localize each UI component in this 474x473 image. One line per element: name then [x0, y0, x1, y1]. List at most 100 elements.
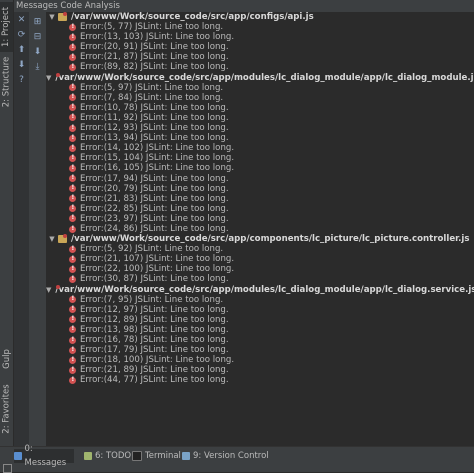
error-text: Error:(11, 92) JSLint: Line too long.	[80, 112, 229, 123]
panel-side-actions: ✕ ⟳ ⬆ ⬇?	[14, 12, 29, 446]
expand-arrow-icon[interactable]: ▼	[46, 234, 58, 244]
error-icon	[69, 304, 76, 314]
error-item[interactable]: Error:(18, 100) JSLint: Line too long.	[46, 355, 474, 365]
close-icon[interactable]: ✕	[14, 12, 29, 27]
error-text: Error:(20, 79) JSLint: Line too long.	[80, 183, 229, 194]
todo-icon	[84, 452, 92, 460]
error-item[interactable]: Error:(12, 89) JSLint: Line too long.	[46, 314, 474, 325]
error-text: Error:(5, 97) JSLint: Line too long.	[80, 82, 224, 93]
expand-arrow-icon[interactable]: ▼	[46, 12, 58, 22]
error-item[interactable]: Error:(17, 79) JSLint: Line too long.	[46, 345, 474, 355]
expand-all-icon[interactable]: ⊞	[29, 14, 46, 29]
tab-terminal[interactable]: Terminal	[132, 449, 182, 463]
error-icon	[69, 193, 76, 203]
error-text: Error:(7, 84) JSLint: Line too long.	[80, 92, 224, 103]
error-item[interactable]: Error:(13, 98) JSLint: Line too long.	[46, 324, 474, 335]
error-icon	[69, 224, 76, 234]
error-text: Error:(13, 94) JSLint: Line too long.	[80, 133, 229, 144]
tab-messages[interactable]: 0: Messages	[14, 444, 74, 468]
bottom-tool-bar: 0: Messages 6: TODO Terminal 9: Version …	[0, 444, 474, 473]
error-item[interactable]: Error:(21, 89) JSLint: Line too long.	[46, 365, 474, 375]
file-node[interactable]: ▼ /var/www/Work/source_code/src/app/compo…	[46, 234, 474, 244]
expand-arrow-icon[interactable]: ▼	[46, 285, 51, 295]
error-icon	[69, 244, 76, 254]
error-icon	[69, 92, 76, 102]
expand-arrow-icon[interactable]: ▼	[46, 73, 51, 83]
error-icon	[69, 375, 76, 385]
error-item[interactable]: Error:(5, 97) JSLint: Line too long.	[46, 82, 474, 93]
error-text: Error:(21, 89) JSLint: Line too long.	[80, 365, 229, 376]
next-icon[interactable]: ⬇	[29, 44, 46, 59]
error-item[interactable]: Error:(30, 87) JSLint: Line too long.	[46, 274, 474, 284]
ide-window: 1: Project 2: Structure Gulp 2: Favorite…	[0, 0, 474, 473]
error-text: Error:(14, 102) JSLint: Line too long.	[80, 143, 235, 154]
up-icon[interactable]: ⬆	[14, 42, 29, 57]
error-text: Error:(12, 93) JSLint: Line too long.	[80, 123, 229, 134]
error-item[interactable]: Error:(5, 92) JSLint: Line too long.	[46, 244, 474, 254]
error-item[interactable]: Error:(13, 103) JSLint: Line too long.	[46, 32, 474, 42]
tab-favorites-label: 2: Favorites	[1, 384, 12, 434]
error-item[interactable]: Error:(12, 97) JSLint: Line too long.	[46, 304, 474, 315]
error-item[interactable]: Error:(16, 78) JSLint: Line too long.	[46, 335, 474, 345]
error-item[interactable]: Error:(20, 91) JSLint: Line too long.	[46, 42, 474, 52]
error-item[interactable]: Error:(22, 85) JSLint: Line too long.	[46, 203, 474, 214]
file-path: /var/www/Work/source_code/src/app/config…	[71, 12, 314, 22]
tab-structure[interactable]: 2: Structure	[0, 56, 13, 108]
error-item[interactable]: Error:(21, 83) JSLint: Line too long.	[46, 193, 474, 204]
collapse-all-icon[interactable]: ⊟	[29, 29, 46, 44]
tab-project[interactable]: 1: Project	[0, 2, 13, 52]
error-item[interactable]: Error:(12, 93) JSLint: Line too long.	[46, 123, 474, 133]
error-item[interactable]: Error:(23, 97) JSLint: Line too long.	[46, 213, 474, 224]
messages-tree: ▼ /var/www/Work/source_code/src/app/confi…	[46, 12, 474, 446]
error-icon	[69, 335, 76, 345]
error-item[interactable]: Error:(44, 77) JSLint: Line too long.	[46, 375, 474, 385]
layout-corner-icon[interactable]	[3, 464, 12, 473]
error-item[interactable]: Error:(21, 107) JSLint: Line too long.	[46, 254, 474, 264]
error-icon	[69, 153, 76, 163]
error-item[interactable]: Error:(14, 102) JSLint: Line too long.	[46, 143, 474, 153]
rerun-icon[interactable]: ⟳	[14, 27, 29, 42]
error-item[interactable]: Error:(17, 94) JSLint: Line too long.	[46, 173, 474, 184]
tab-project-label: 1: Project	[1, 6, 12, 48]
error-item[interactable]: Error:(22, 100) JSLint: Line too long.	[46, 264, 474, 274]
error-item[interactable]: Error:(16, 105) JSLint: Line too long.	[46, 163, 474, 173]
file-node[interactable]: ▼ /var/www/Work/source_code/src/app/modul…	[46, 73, 474, 83]
tab-todo[interactable]: 6: TODO	[84, 449, 134, 463]
error-text: Error:(16, 78) JSLint: Line too long.	[80, 335, 229, 345]
panel-title: Messages Code Analysis	[16, 1, 120, 11]
tab-favorites[interactable]: 2: Favorites	[0, 382, 13, 436]
error-icon	[69, 82, 76, 92]
tab-structure-label: 2: Structure	[1, 56, 12, 108]
file-path: /var/www/Work/source_code/src/app/module…	[55, 72, 474, 83]
tab-messages-label: 0: Messages	[24, 444, 67, 468]
error-icon	[69, 102, 76, 112]
error-item[interactable]: Error:(13, 94) JSLint: Line too long.	[46, 133, 474, 143]
file-node[interactable]: ▼ /var/www/Work/source_code/src/app/confi…	[46, 12, 474, 22]
file-path: /var/www/Work/source_code/src/app/module…	[55, 284, 474, 295]
tab-gulp[interactable]: Gulp	[0, 346, 13, 372]
error-text: Error:(13, 98) JSLint: Line too long.	[80, 324, 229, 335]
error-item[interactable]: Error:(7, 84) JSLint: Line too long.	[46, 92, 474, 103]
error-item[interactable]: Error:(89, 82) JSLint: Line too long.	[46, 62, 474, 72]
error-item[interactable]: Error:(7, 95) JSLint: Line too long.	[46, 294, 474, 305]
error-text: Error:(12, 97) JSLint: Line too long.	[80, 304, 229, 315]
help-icon[interactable]: ?	[14, 72, 29, 87]
file-node[interactable]: ▼ /var/www/Work/source_code/src/app/modul…	[46, 285, 474, 295]
error-item[interactable]: Error:(11, 92) JSLint: Line too long.	[46, 112, 474, 123]
file-path: /var/www/Work/source_code/src/app/compon…	[71, 234, 470, 245]
tab-version-control[interactable]: 9: Version Control	[182, 449, 272, 463]
error-icon	[69, 22, 76, 32]
error-item[interactable]: Error:(10, 78) JSLint: Line too long.	[46, 102, 474, 113]
down-icon[interactable]: ⬇	[14, 57, 29, 72]
vcs-icon	[182, 452, 190, 460]
error-item[interactable]: Error:(15, 104) JSLint: Line too long.	[46, 153, 474, 163]
error-icon	[69, 42, 76, 52]
error-item[interactable]: Error:(5, 77) JSLint: Line too long.	[46, 22, 474, 32]
error-text: Error:(17, 94) JSLint: Line too long.	[80, 173, 229, 184]
error-item[interactable]: Error:(21, 87) JSLint: Line too long.	[46, 52, 474, 62]
error-item[interactable]: Error:(24, 86) JSLint: Line too long.	[46, 224, 474, 234]
error-item[interactable]: Error:(20, 79) JSLint: Line too long.	[46, 183, 474, 194]
error-text: Error:(10, 78) JSLint: Line too long.	[80, 102, 229, 113]
export-icon[interactable]: ⤓	[29, 59, 46, 74]
error-icon	[69, 314, 76, 324]
